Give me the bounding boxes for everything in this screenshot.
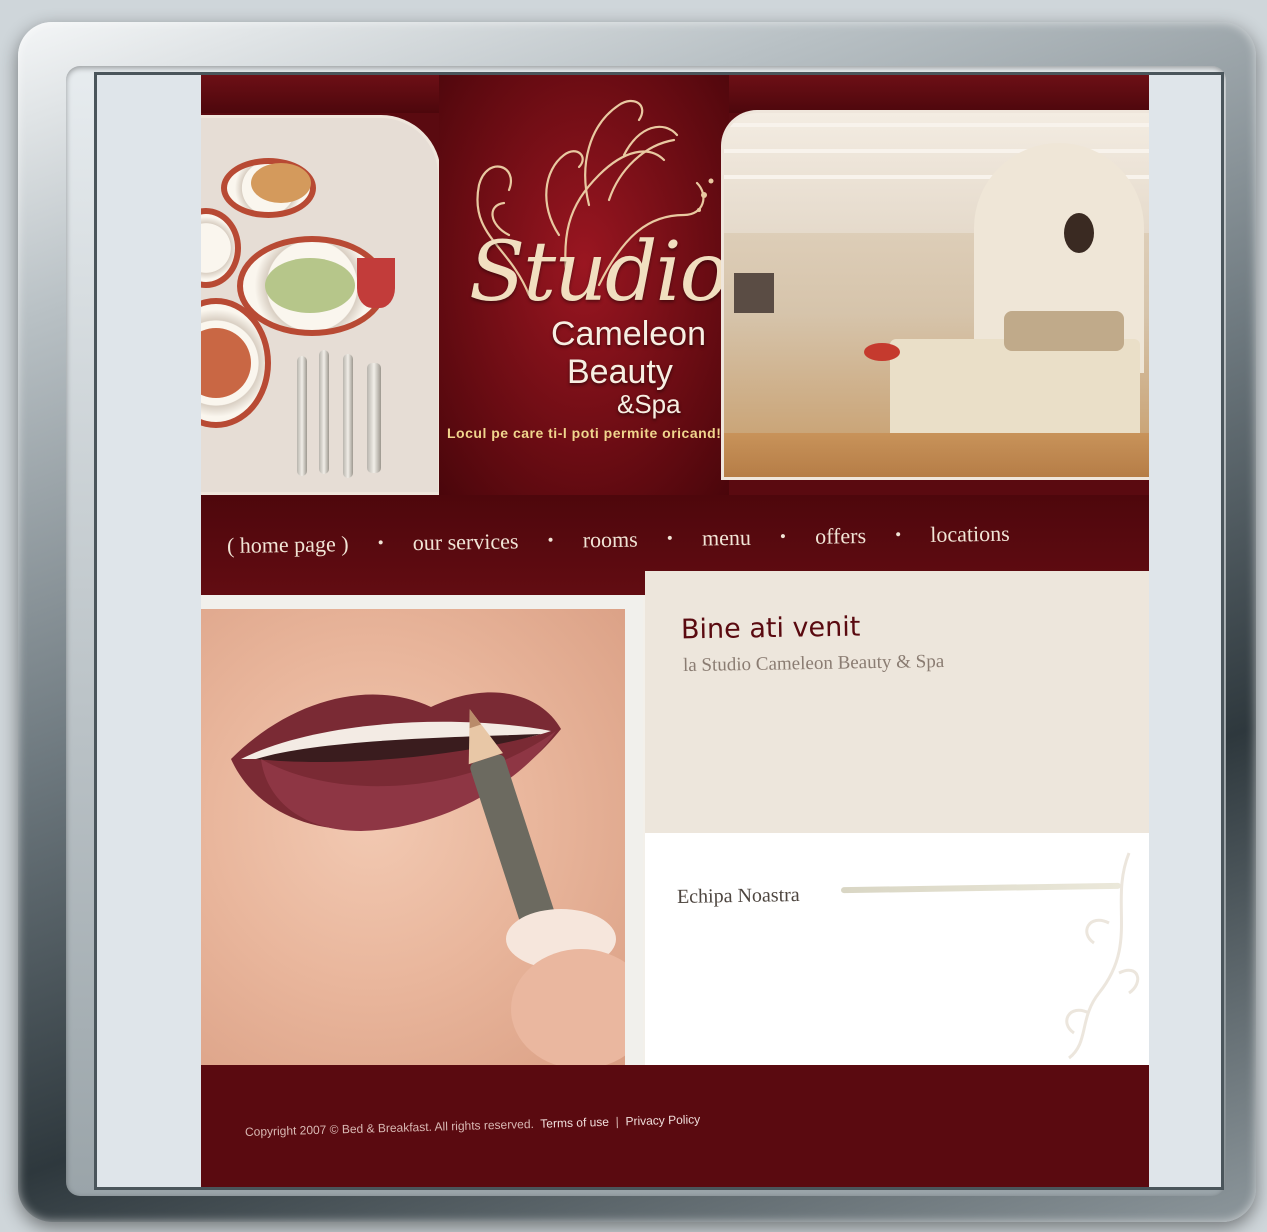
nav-separator: •	[893, 527, 903, 544]
welcome-title: Bine ati venit	[680, 611, 861, 646]
nav-separator: •	[376, 535, 385, 552]
team-panel: Echipa Noastra	[645, 833, 1149, 1065]
nav-separator: •	[665, 530, 675, 548]
logo-spa-text: &Spa	[617, 389, 681, 419]
terms-of-use-link[interactable]: Terms of use	[540, 1115, 609, 1131]
welcome-subtitle: la Studio Cameleon Beauty & Spa	[682, 650, 945, 677]
team-title: Echipa Noastra	[676, 884, 800, 908]
room-photo	[721, 110, 1149, 480]
logo-studio-text: Studio	[469, 225, 729, 320]
lips-photo	[201, 609, 625, 1079]
nav-menu[interactable]: menu	[702, 525, 751, 552]
logo-cameleon-text: Cameleon	[551, 315, 706, 353]
footer-divider: |	[615, 1114, 619, 1129]
logo-beauty-text: Beauty	[567, 353, 673, 391]
logo-tagline: Locul pe care ti-l poti permite oricand!	[447, 425, 722, 441]
floral-decoration-icon	[1065, 852, 1140, 1060]
nav-our-services[interactable]: our services	[413, 528, 519, 556]
privacy-policy-link[interactable]: Privacy Policy	[625, 1112, 700, 1128]
footer-text: Copyright 2007 © Bed & Breakfast. All ri…	[245, 1112, 701, 1139]
welcome-panel: Bine ati venit la Studio Cameleon Beauty…	[645, 571, 1149, 833]
site-header: Studio Cameleon Beauty &Spa Locul pe car…	[201, 75, 1149, 595]
nav-separator: •	[778, 529, 788, 546]
nav-offers[interactable]: offers	[815, 523, 866, 550]
nav-separator: •	[546, 532, 555, 549]
lips-photo-panel	[201, 595, 643, 1095]
nav-home[interactable]: ( home page )	[227, 531, 349, 559]
site-footer: Copyright 2007 © Bed & Breakfast. All ri…	[201, 1065, 1149, 1187]
footer-copyright: Copyright 2007 © Bed & Breakfast. All ri…	[244, 1116, 535, 1139]
food-photo	[201, 115, 441, 495]
nav-list: ( home page ) • our services • rooms • m…	[227, 521, 1010, 559]
nav-locations[interactable]: locations	[930, 521, 1010, 548]
logo[interactable]: Studio Cameleon Beauty &Spa Locul pe car…	[439, 75, 729, 495]
lips-illustration	[231, 692, 625, 1069]
nav-rooms[interactable]: rooms	[583, 527, 638, 554]
browser-screen: Studio Cameleon Beauty &Spa Locul pe car…	[94, 72, 1224, 1190]
website: Studio Cameleon Beauty &Spa Locul pe car…	[201, 75, 1149, 1187]
